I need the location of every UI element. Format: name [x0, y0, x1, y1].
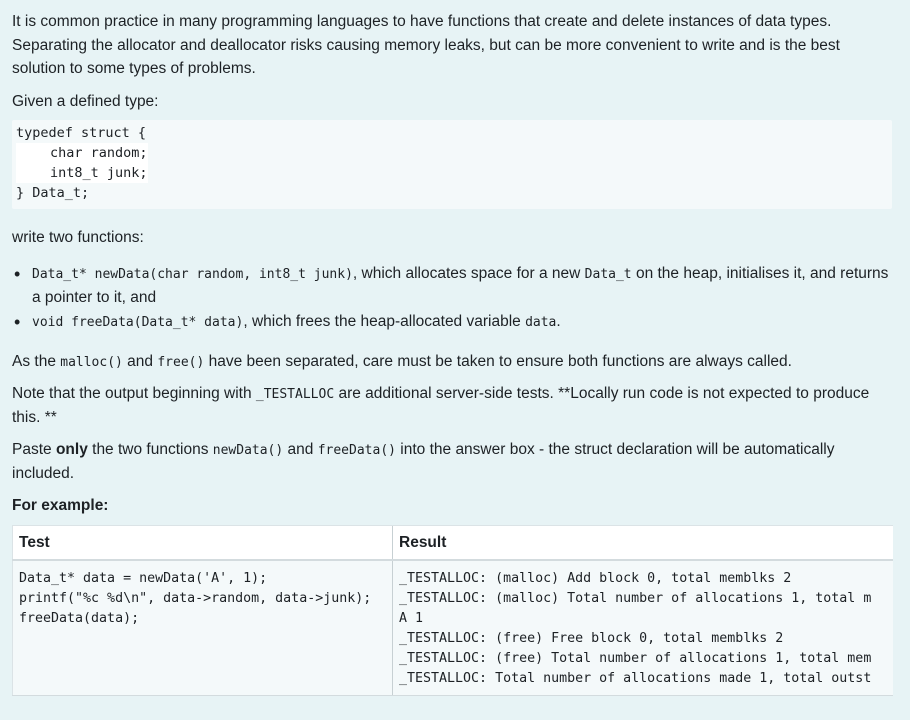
code-line-1: typedef struct {: [16, 125, 147, 141]
note-testalloc: Note that the output beginning with _TES…: [12, 384, 870, 427]
table-row: Data_t* data = newData('A', 1); printf("…: [12, 560, 893, 696]
bullet-icon: •: [14, 311, 21, 332]
intro-paragraph: It is common practice in many programmin…: [12, 13, 840, 77]
task-intro: write two functions:: [12, 229, 144, 246]
example-title: For example:: [12, 496, 109, 514]
function-list: • Data_t* newData(char random, int8_t ju…: [12, 262, 910, 335]
note-paste: Paste only the two functions newData() a…: [12, 440, 835, 483]
table-header-row: Test Result: [12, 525, 893, 561]
code-line-2: char random;: [16, 143, 148, 163]
test-column-header: Test: [12, 525, 393, 561]
list-item: • void freeData(Data_t* data), which fre…: [12, 310, 892, 335]
newdata-signature: Data_t* newData(char random, int8_t junk…: [32, 266, 353, 282]
code-line-3: int8_t junk;: [16, 163, 148, 183]
question-text: It is common practice in many programmin…: [0, 0, 910, 696]
bullet-icon: •: [14, 263, 21, 284]
code-line-4: } Data_t;: [16, 185, 90, 201]
result-output: _TESTALLOC: (malloc) Add block 0, total …: [399, 571, 872, 686]
test-code: Data_t* data = newData('A', 1); printf("…: [19, 571, 372, 626]
note-malloc: As the malloc() and free() have been sep…: [12, 353, 792, 370]
freedata-signature: void freeData(Data_t* data): [32, 314, 244, 330]
result-column-header: Result: [392, 525, 893, 561]
struct-code-block: typedef struct { char random; int8_t jun…: [12, 120, 892, 209]
given-label: Given a defined type:: [12, 92, 159, 110]
list-item: • Data_t* newData(char random, int8_t ju…: [14, 263, 889, 307]
example-table: Test Result Data_t* data = newData('A', …: [12, 525, 893, 696]
